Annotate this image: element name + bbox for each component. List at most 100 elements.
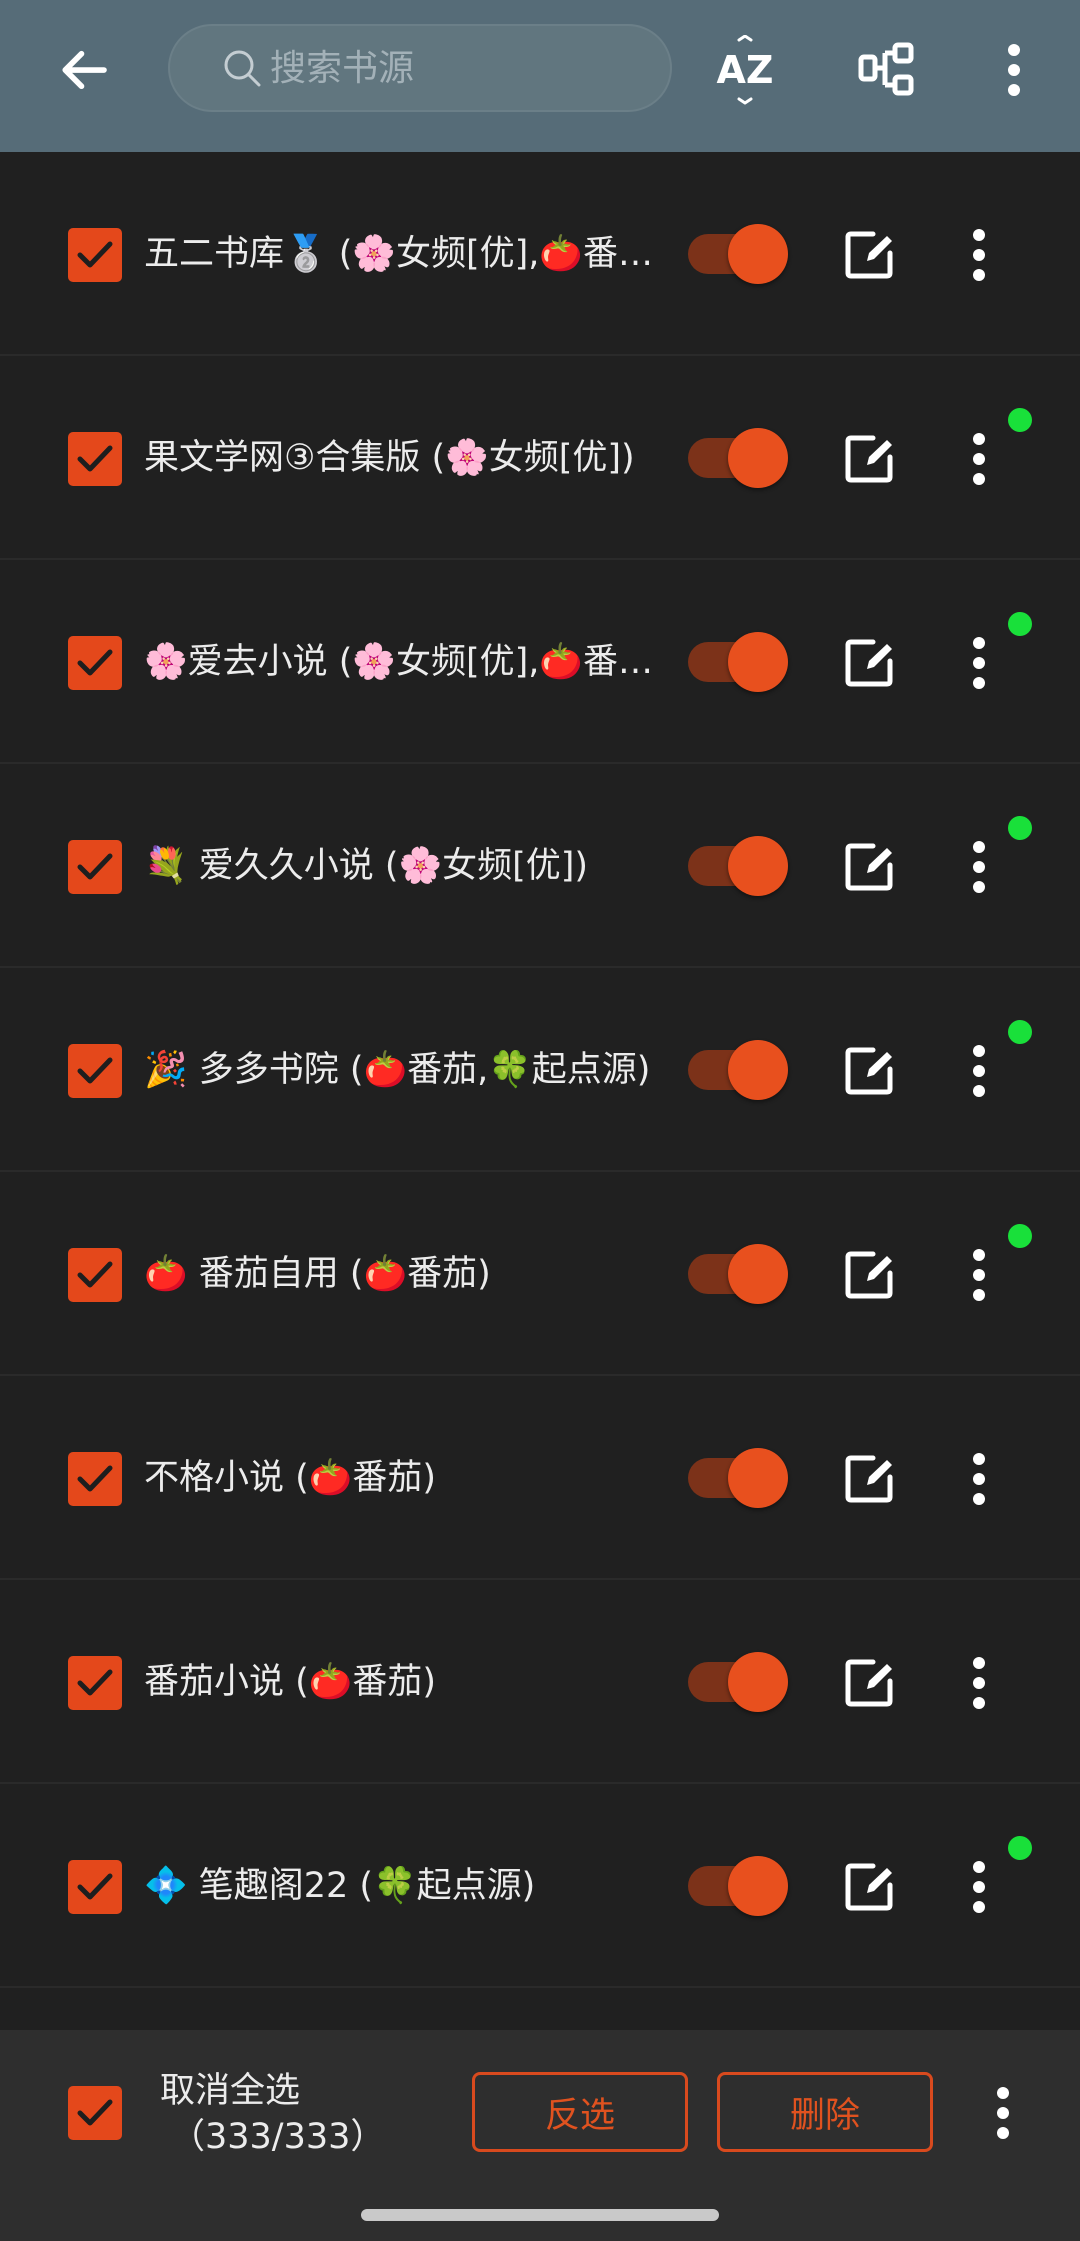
source-title: 不格小说 (🍅番茄) xyxy=(144,1458,437,1498)
edit-icon xyxy=(845,231,893,279)
edit-source-button[interactable] xyxy=(840,430,898,488)
source-more-button[interactable] xyxy=(956,1650,1002,1716)
source-more-button[interactable] xyxy=(956,630,1002,696)
source-more-button[interactable] xyxy=(956,426,1002,492)
source-more-button[interactable] xyxy=(956,1854,1002,1920)
edit-icon xyxy=(845,1047,893,1095)
more-vertical-icon xyxy=(973,1045,985,1097)
checkmark-icon xyxy=(77,241,113,268)
home-indicator[interactable] xyxy=(361,2209,719,2221)
edit-icon xyxy=(845,639,893,687)
source-checkbox[interactable] xyxy=(68,1860,122,1914)
search-input[interactable] xyxy=(270,38,650,98)
sort-az-icon: AZ xyxy=(717,35,773,105)
checkmark-icon xyxy=(77,1669,113,1696)
source-enable-switch[interactable] xyxy=(688,1242,790,1306)
switch-thumb xyxy=(728,1040,788,1100)
delete-button[interactable]: 删除 xyxy=(717,2072,933,2152)
overflow-menu-button[interactable] xyxy=(982,30,1046,110)
group-button[interactable] xyxy=(846,30,930,110)
switch-thumb xyxy=(728,836,788,896)
source-checkbox[interactable] xyxy=(68,1044,122,1098)
search-box[interactable] xyxy=(168,24,672,112)
more-vertical-icon xyxy=(973,229,985,281)
checkmark-icon xyxy=(77,649,113,676)
source-more-button[interactable] xyxy=(956,1038,1002,1104)
source-title: 🍅 番茄自用 (🍅番茄) xyxy=(144,1254,491,1294)
edit-source-button[interactable] xyxy=(840,1246,898,1304)
edit-icon xyxy=(845,1455,893,1503)
switch-thumb xyxy=(728,1856,788,1916)
edit-source-button[interactable] xyxy=(840,1654,898,1712)
source-list[interactable]: 五二书库🥈 (🌸女频[优],🍅番茄) 果文学网③合集版 (🌸女频[优]) 🌸爱去小说… xyxy=(0,152,1080,2030)
source-enable-switch[interactable] xyxy=(688,834,790,898)
edit-source-button[interactable] xyxy=(840,1042,898,1100)
more-vertical-icon xyxy=(1008,44,1020,96)
source-row[interactable]: 果文学网③合集版 (🌸女频[优]) xyxy=(0,356,1080,560)
source-checkbox[interactable] xyxy=(68,1248,122,1302)
source-more-button[interactable] xyxy=(956,1242,1002,1308)
checkmark-icon xyxy=(77,1465,113,1492)
status-dot xyxy=(1008,408,1032,432)
status-dot xyxy=(1008,1020,1032,1044)
status-dot xyxy=(1008,1224,1032,1248)
source-title: 💐 爱久久小说 (🌸女频[优]) xyxy=(144,846,589,886)
checkmark-icon xyxy=(77,2099,113,2126)
edit-source-button[interactable] xyxy=(840,226,898,284)
status-dot xyxy=(1008,816,1032,840)
source-more-button[interactable] xyxy=(956,834,1002,900)
source-enable-switch[interactable] xyxy=(688,426,790,490)
source-title: 🌸爱去小说 (🌸女频[优],🍅番茄) xyxy=(144,642,654,682)
switch-thumb xyxy=(728,428,788,488)
edit-source-button[interactable] xyxy=(840,838,898,896)
arrow-left-icon xyxy=(62,50,107,90)
source-row[interactable]: 🍅 番茄自用 (🍅番茄) xyxy=(0,1172,1080,1376)
source-enable-switch[interactable] xyxy=(688,1038,790,1102)
top-app-bar: AZ xyxy=(0,0,1080,152)
source-row[interactable]: 🌸爱去小说 (🌸女频[优],🍅番茄) xyxy=(0,560,1080,764)
select-all-checkbox[interactable] xyxy=(68,2086,122,2140)
group-tree-icon xyxy=(858,42,914,96)
edit-icon xyxy=(845,435,893,483)
source-more-button[interactable] xyxy=(956,222,1002,288)
source-enable-switch[interactable] xyxy=(688,222,790,286)
source-checkbox[interactable] xyxy=(68,1656,122,1710)
source-enable-switch[interactable] xyxy=(688,1854,790,1918)
source-enable-switch[interactable] xyxy=(688,630,790,694)
source-checkbox[interactable] xyxy=(68,228,122,282)
edit-source-button[interactable] xyxy=(840,1858,898,1916)
source-row[interactable]: 💐 爱久久小说 (🌸女频[优]) xyxy=(0,764,1080,968)
edit-icon xyxy=(845,1659,893,1707)
source-row[interactable]: 💠 笔趣阁22 (🍀起点源) xyxy=(0,1784,1080,1988)
search-icon xyxy=(222,48,262,88)
source-row[interactable]: 五二书库🥈 (🌸女频[优],🍅番茄) xyxy=(0,152,1080,356)
source-row[interactable]: 不格小说 (🍅番茄) xyxy=(0,1376,1080,1580)
more-vertical-icon xyxy=(973,433,985,485)
source-title: 番茄小说 (🍅番茄) xyxy=(144,1662,437,1702)
back-button[interactable] xyxy=(44,30,124,110)
more-vertical-icon xyxy=(973,841,985,893)
source-title: 果文学网③合集版 (🌸女频[优]) xyxy=(144,438,635,478)
checkmark-icon xyxy=(77,445,113,472)
source-enable-switch[interactable] xyxy=(688,1446,790,1510)
source-checkbox[interactable] xyxy=(68,1452,122,1506)
source-row[interactable]: 🎉 多多书院 (🍅番茄,🍀起点源) xyxy=(0,968,1080,1172)
source-more-button[interactable] xyxy=(956,1446,1002,1512)
source-enable-switch[interactable] xyxy=(688,1650,790,1714)
sort-button[interactable]: AZ xyxy=(700,30,790,110)
deselect-all-label[interactable]: 取消全选 xyxy=(160,2068,300,2114)
source-checkbox[interactable] xyxy=(68,840,122,894)
switch-thumb xyxy=(728,1652,788,1712)
selection-bar: 取消全选 （333/333） 反选 删除 xyxy=(0,2030,1080,2241)
source-row[interactable]: 番茄小说 (🍅番茄) xyxy=(0,1580,1080,1784)
checkmark-icon xyxy=(77,853,113,880)
source-checkbox[interactable] xyxy=(68,636,122,690)
invert-selection-button[interactable]: 反选 xyxy=(472,2072,688,2152)
edit-source-button[interactable] xyxy=(840,1450,898,1508)
selection-more-button[interactable] xyxy=(980,2078,1026,2148)
checkmark-icon xyxy=(77,1057,113,1084)
more-vertical-icon xyxy=(973,637,985,689)
switch-thumb xyxy=(728,1244,788,1304)
source-checkbox[interactable] xyxy=(68,432,122,486)
edit-source-button[interactable] xyxy=(840,634,898,692)
